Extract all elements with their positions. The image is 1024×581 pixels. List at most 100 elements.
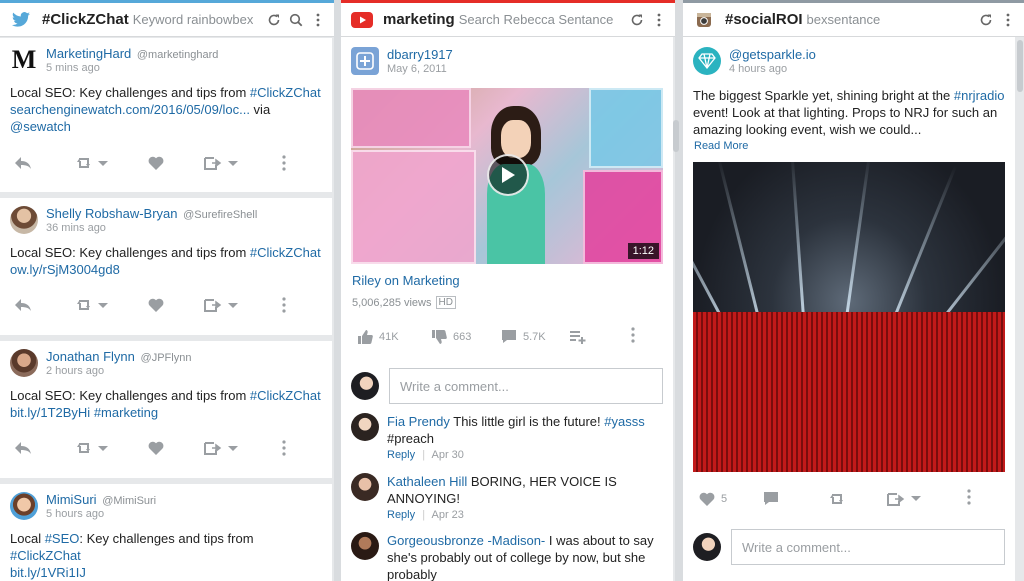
author-handle[interactable]: @MimiSuri — [102, 495, 156, 507]
instagram-post-card[interactable]: @getsparkle.io 4 hours ago The biggest S… — [683, 37, 1015, 581]
post-image[interactable] — [693, 162, 1005, 472]
instagram-column: #socialROI bexsentance @getsparkle.io 4 … — [683, 0, 1024, 581]
author-handle[interactable]: @SurefireShell — [183, 209, 257, 221]
url-link[interactable]: ow.ly/rSjM3004gd8 — [10, 262, 120, 277]
retweet-icon[interactable] — [76, 298, 148, 312]
comment-input[interactable]: Write a comment... — [731, 529, 1005, 565]
tweet-text: Local #SEO: Key challenges and tips from… — [0, 520, 332, 581]
more-vertical-icon[interactable] — [1000, 12, 1016, 28]
comment-text: This little girl is the future! — [449, 414, 605, 429]
more-vertical-icon[interactable] — [310, 12, 326, 28]
hashtag-link[interactable]: #ClickZChat — [10, 548, 81, 563]
column-title: #ClickZChat — [42, 11, 129, 28]
repost-icon[interactable] — [829, 492, 887, 506]
more-vertical-icon[interactable] — [282, 297, 286, 313]
sparkle-logo-icon[interactable] — [693, 47, 721, 75]
comments-button[interactable]: 5.7K — [501, 329, 569, 344]
more-vertical-icon[interactable] — [282, 155, 286, 171]
thumbs-down-icon — [432, 329, 447, 344]
refresh-icon[interactable] — [978, 12, 994, 28]
more-vertical-icon[interactable] — [631, 327, 635, 346]
avatar[interactable] — [351, 473, 379, 501]
dislike-button[interactable]: 663 — [431, 329, 501, 345]
column-subtitle: Search Rebecca Sentance — [458, 12, 614, 27]
reply-icon[interactable] — [14, 441, 76, 455]
author-name[interactable]: dbarry1917 — [387, 47, 453, 62]
search-icon[interactable] — [288, 12, 304, 28]
avatar[interactable] — [351, 47, 379, 75]
avatar[interactable] — [10, 206, 38, 234]
comment-icon — [502, 330, 516, 343]
author-name[interactable]: Jonathan Flynn — [46, 349, 135, 364]
comment-composer: Write a comment... — [693, 529, 1005, 565]
comment-item: Kathaleen Hill BORING, HER VOICE IS ANNO… — [351, 473, 667, 521]
read-more-link[interactable]: Read More — [694, 140, 748, 152]
reply-link[interactable]: Reply — [387, 509, 415, 521]
dislike-count: 663 — [453, 330, 472, 343]
more-vertical-icon[interactable] — [282, 440, 286, 456]
avatar[interactable]: M — [10, 46, 38, 74]
retweet-icon[interactable] — [76, 156, 148, 170]
hashtag-link[interactable]: #SEO — [45, 531, 80, 546]
hashtag-link[interactable]: #ClickZChat — [250, 245, 321, 260]
url-link[interactable]: bit.ly/1VRi1IJ — [10, 565, 86, 580]
share-icon[interactable] — [887, 492, 967, 506]
like-button[interactable]: 41K — [357, 329, 431, 345]
avatar[interactable] — [10, 492, 38, 520]
tweet-actions — [0, 436, 332, 460]
like-heart-icon[interactable] — [148, 441, 204, 455]
avatar[interactable] — [10, 349, 38, 377]
avatar[interactable] — [351, 413, 379, 441]
tweet-card[interactable]: M MarketingHard @marketinghard 5 mins ag… — [0, 38, 332, 192]
video-card[interactable]: dbarry1917 May 6, 2011 1:12 Riley on Mar… — [341, 37, 673, 581]
column-subtitle: bexsentance — [806, 12, 881, 27]
like-heart-icon[interactable] — [148, 298, 204, 312]
thumbs-up-icon — [358, 329, 373, 344]
view-count: 5,006,285 views — [352, 296, 432, 309]
share-icon[interactable] — [204, 298, 282, 312]
comment-author[interactable]: Kathaleen Hill — [387, 474, 467, 489]
comment-author[interactable]: Fia Prendy — [387, 414, 450, 429]
author-handle[interactable]: @JPFlynn — [141, 352, 192, 364]
reply-link[interactable]: Reply — [387, 449, 415, 461]
like-heart-icon[interactable] — [148, 156, 204, 170]
comment-icon[interactable] — [763, 491, 829, 506]
like-button[interactable]: 5 — [699, 492, 763, 506]
url-link[interactable]: searchenginewatch.com/2016/05/09/loc... — [10, 102, 250, 117]
comment-input[interactable]: Write a comment... — [389, 368, 663, 404]
add-to-playlist-icon[interactable] — [569, 330, 631, 344]
reply-icon[interactable] — [14, 298, 76, 312]
tweet-card[interactable]: Shelly Robshaw-Bryan @SurefireShell 36 m… — [0, 198, 332, 335]
hashtag-link[interactable]: #ClickZChat — [250, 85, 321, 100]
hashtag-link[interactable]: #yasss — [604, 414, 644, 429]
scrollbar[interactable] — [673, 120, 679, 152]
scrollbar[interactable] — [1017, 40, 1023, 92]
video-title[interactable]: Riley on Marketing — [352, 273, 460, 288]
author-name[interactable]: @getsparkle.io — [729, 47, 816, 62]
author-name[interactable]: Shelly Robshaw-Bryan — [46, 206, 178, 221]
tweet-card[interactable]: Jonathan Flynn @JPFlynn 2 hours ago Loca… — [0, 341, 332, 478]
instagram-icon — [693, 11, 715, 29]
reply-icon[interactable] — [14, 156, 76, 170]
url-link[interactable]: bit.ly/1T2ByHi — [10, 405, 90, 420]
video-title-link[interactable]: Riley on Marketing — [352, 273, 460, 288]
refresh-icon[interactable] — [266, 12, 282, 28]
refresh-icon[interactable] — [629, 12, 645, 28]
share-icon[interactable] — [204, 156, 282, 170]
mention-link[interactable]: @sewatch — [10, 119, 71, 134]
video-thumbnail[interactable]: 1:12 — [351, 88, 663, 264]
avatar[interactable] — [351, 532, 379, 560]
more-vertical-icon[interactable] — [967, 489, 971, 508]
comment-author[interactable]: Gorgeousbronze -Madison- — [387, 533, 545, 548]
hashtag-link[interactable]: #ClickZChat — [250, 388, 321, 403]
author-name[interactable]: MimiSuri — [46, 492, 97, 507]
retweet-icon[interactable] — [76, 441, 148, 455]
author-name[interactable]: MarketingHard — [46, 46, 131, 61]
play-icon[interactable] — [487, 154, 529, 196]
hashtag-link[interactable]: #marketing — [94, 405, 158, 420]
more-vertical-icon[interactable] — [651, 12, 667, 28]
author-handle[interactable]: @marketinghard — [137, 49, 218, 61]
tweet-card[interactable]: MimiSuri @MimiSuri 5 hours ago Local #SE… — [0, 484, 332, 581]
hashtag-link[interactable]: #nrjradio — [954, 88, 1005, 103]
share-icon[interactable] — [204, 441, 282, 455]
